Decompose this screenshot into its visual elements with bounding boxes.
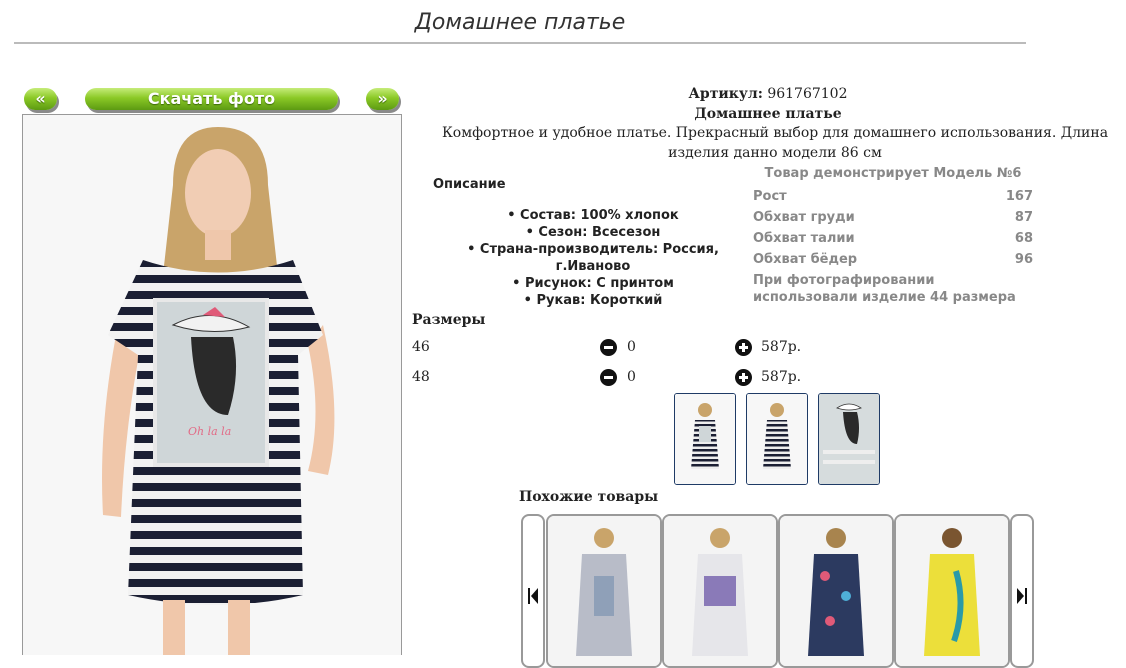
photo-thumbnail-detail[interactable] — [818, 393, 880, 485]
prev-photo-button[interactable]: « — [24, 88, 57, 110]
photo-thumbnail-back[interactable] — [746, 393, 808, 485]
model-row-value: 87 — [1014, 210, 1033, 225]
spec-item: • Страна-производитель: Россия, г.Иванов… — [467, 242, 719, 274]
article-value: 961767102 — [767, 86, 848, 102]
article-label: Артикул: — [688, 86, 763, 102]
product-name: Домашнее платье — [694, 106, 842, 122]
main-product-photo: Oh la la — [22, 114, 402, 655]
size-row: 46 0 587р. — [412, 337, 832, 359]
similar-item[interactable] — [662, 514, 778, 668]
svg-text:Oh la la: Oh la la — [188, 425, 231, 438]
quantity-value: 0 — [627, 339, 636, 355]
spec-item: • Сезон: Всесезон — [525, 225, 661, 240]
sizes-heading: Размеры — [412, 312, 486, 328]
model-heading: Товар демонстрирует Модель №6 — [764, 166, 1022, 181]
quantity-value: 0 — [627, 369, 636, 385]
price-value: 587р. — [761, 339, 802, 355]
model-row-label: Обхват талии — [753, 231, 855, 246]
model-row: Рост 167 — [753, 186, 1033, 207]
similar-item[interactable] — [546, 514, 662, 668]
model-row-label: Рост — [753, 189, 787, 204]
size-row: 48 0 587р. — [412, 367, 832, 389]
spec-item: • Рукав: Короткий — [523, 293, 663, 308]
next-photo-button[interactable]: » — [366, 88, 399, 110]
download-photo-button[interactable]: Скачать фото — [85, 88, 338, 110]
carousel-prev-button[interactable] — [521, 514, 545, 668]
size-value: 46 — [412, 339, 430, 355]
spec-item: • Рисунок: С принтом — [512, 276, 674, 291]
model-row-value: 167 — [1005, 189, 1033, 204]
similar-item[interactable] — [894, 514, 1010, 668]
model-row-value: 68 — [1014, 231, 1033, 246]
photo-thumbnail-front[interactable] — [674, 393, 736, 485]
size-value: 48 — [412, 369, 430, 385]
model-row: Обхват талии 68 — [753, 228, 1033, 249]
spec-item: • Состав: 100% хлопок — [507, 208, 679, 223]
skip-back-icon — [528, 588, 538, 604]
description-heading: Описание — [433, 177, 506, 192]
model-note: При фотографировании использовали издели… — [753, 273, 1016, 305]
product-description: Комфортное и удобное платье. Прекрасный … — [441, 125, 1109, 161]
skip-forward-icon — [1017, 588, 1027, 604]
model-row-label: Обхват бёдер — [753, 252, 858, 267]
similar-heading: Похожие товары — [519, 489, 659, 505]
page-title: Домашнее платье — [414, 10, 626, 35]
similar-item[interactable] — [778, 514, 894, 668]
title-divider — [14, 42, 1026, 44]
spec-list: • Состав: 100% хлопок • Сезон: Всесезон … — [432, 207, 754, 309]
model-info: Товар демонстрирует Модель №6 Рост 167 Об… — [753, 165, 1033, 306]
model-row-label: Обхват груди — [753, 210, 855, 225]
model-row: Обхват груди 87 — [753, 207, 1033, 228]
model-row: Обхват бёдер 96 — [753, 249, 1033, 270]
model-row-value: 96 — [1014, 252, 1033, 267]
product-header: Артикул: 961767102 Домашнее платье — [410, 84, 1126, 124]
minus-icon[interactable] — [600, 339, 617, 356]
price-value: 587р. — [761, 369, 802, 385]
plus-icon[interactable] — [735, 339, 752, 356]
minus-icon[interactable] — [600, 369, 617, 386]
plus-icon[interactable] — [735, 369, 752, 386]
carousel-next-button[interactable] — [1010, 514, 1034, 668]
